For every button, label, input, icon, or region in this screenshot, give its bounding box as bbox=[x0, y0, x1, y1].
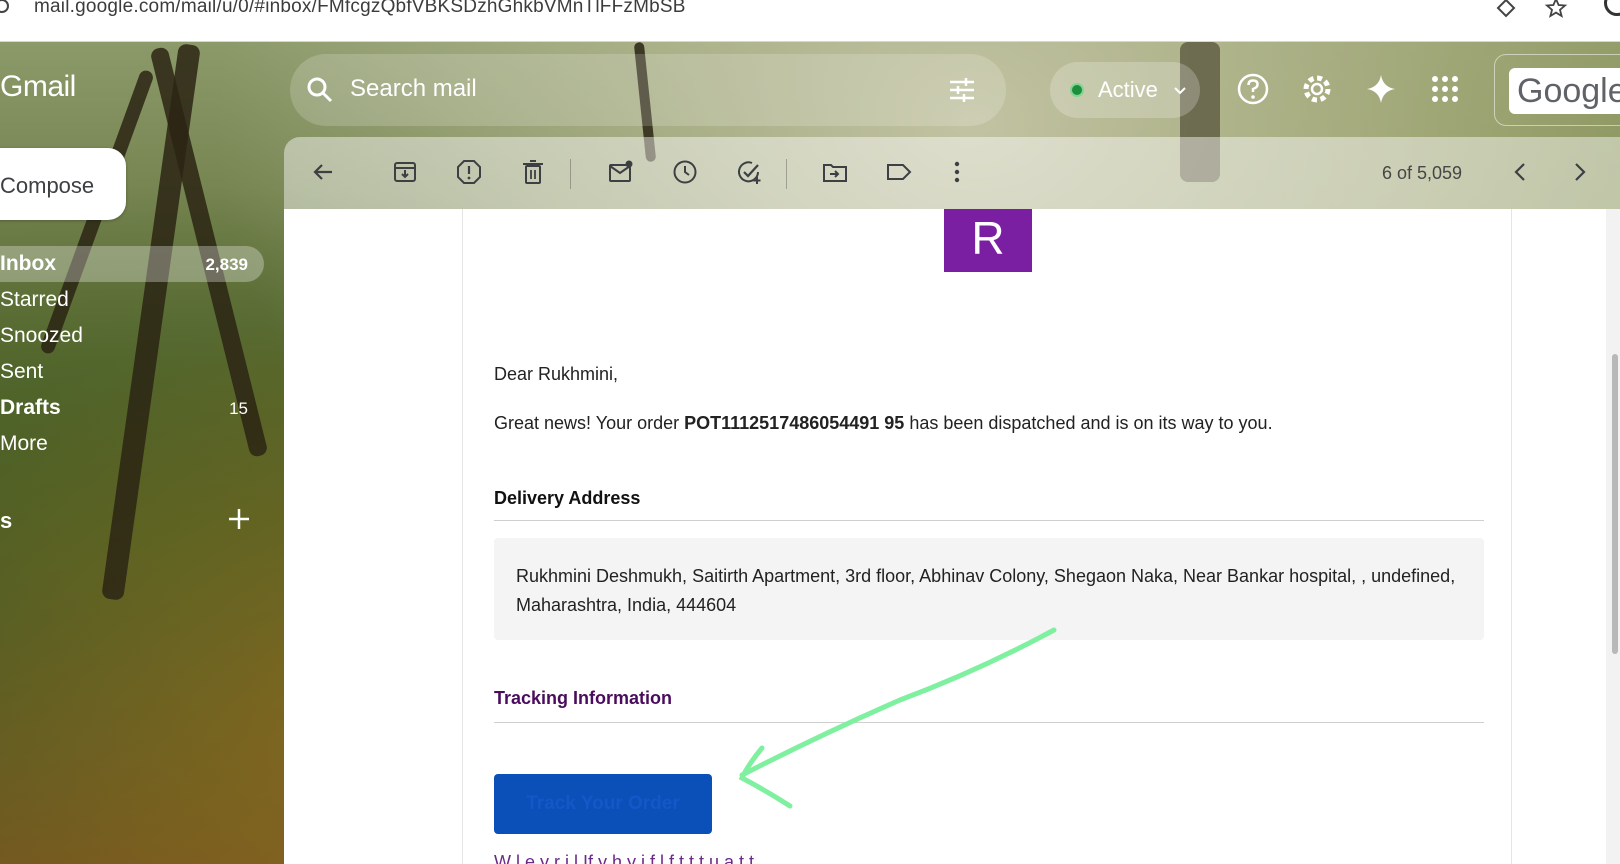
message-pager: 6 of 5,059 bbox=[1382, 163, 1463, 183]
status-dot bbox=[1070, 83, 1084, 97]
google-account-button[interactable]: Google bbox=[1494, 54, 1620, 126]
address-box: Rukhmini Deshmukh, Saitirth Apartment, 3… bbox=[494, 538, 1484, 640]
mark-unread-icon[interactable] bbox=[608, 159, 634, 185]
sidebar-item-label: Sent bbox=[0, 360, 44, 383]
sidebar-item-inbox[interactable]: Inbox 2,839 bbox=[0, 246, 264, 282]
site-info-icon[interactable] bbox=[0, 0, 10, 14]
settings-icon[interactable] bbox=[1300, 72, 1334, 106]
toolbar-divider bbox=[786, 159, 787, 189]
divider bbox=[494, 722, 1484, 723]
prev-icon[interactable] bbox=[1508, 159, 1534, 185]
compose-label: Compose bbox=[0, 173, 95, 198]
next-icon[interactable] bbox=[1566, 159, 1592, 185]
email-body-card bbox=[462, 209, 1512, 864]
apps-icon[interactable] bbox=[1428, 72, 1462, 106]
sidebar-item-label: More bbox=[0, 432, 48, 455]
label-icon[interactable] bbox=[886, 159, 912, 185]
greeting-text: Dear Rukhmini, bbox=[494, 364, 619, 384]
dispatch-message: Great news! Your order POT11125174860544… bbox=[494, 413, 1273, 433]
toolbar-divider bbox=[570, 159, 571, 189]
sidebar-item-label: Snoozed bbox=[0, 324, 83, 347]
move-to-icon[interactable] bbox=[822, 159, 848, 185]
search-input[interactable]: Search mail bbox=[350, 75, 477, 103]
track-order-button[interactable]: Track Your Order bbox=[494, 774, 712, 834]
sidebar-item-sent[interactable]: Sent bbox=[0, 354, 264, 390]
search-bar[interactable]: Search mail bbox=[290, 54, 1006, 126]
back-arrow-icon[interactable] bbox=[310, 159, 336, 185]
help-icon[interactable] bbox=[1236, 72, 1270, 106]
report-spam-icon[interactable] bbox=[456, 159, 482, 185]
sidebar-item-drafts[interactable]: Drafts 15 bbox=[0, 390, 264, 426]
bookmark-star-icon[interactable] bbox=[1544, 0, 1568, 20]
sender-logo: R bbox=[944, 209, 1032, 272]
sidebar-item-label: Drafts bbox=[0, 396, 61, 419]
scrollbar-thumb[interactable] bbox=[1612, 354, 1618, 654]
gmail-logo[interactable]: Gmail bbox=[0, 70, 76, 104]
status-selector[interactable]: Active bbox=[1050, 62, 1200, 118]
archive-icon[interactable] bbox=[392, 159, 418, 185]
delete-icon[interactable] bbox=[520, 159, 546, 185]
sidebar-item-more[interactable]: More bbox=[0, 426, 264, 462]
tracking-information-heading: Tracking Information bbox=[494, 688, 673, 708]
profile-avatar[interactable] bbox=[1604, 0, 1620, 16]
search-options-icon[interactable] bbox=[946, 74, 978, 106]
browser-address-bar: mail.google.com/mail/u/0/#inbox/FMfcgzQb… bbox=[0, 0, 1620, 42]
footer-text: W l e y r i l If y h y i f l f t t t u a… bbox=[494, 852, 755, 864]
more-icon[interactable] bbox=[944, 159, 970, 185]
sidebar-item-starred[interactable]: Starred bbox=[0, 282, 264, 318]
sidebar-item-label: Inbox bbox=[0, 252, 56, 275]
track-order-label: Track Your Order bbox=[526, 793, 680, 814]
delivery-address-heading: Delivery Address bbox=[494, 488, 641, 508]
google-logo: Google bbox=[1509, 68, 1620, 114]
draft-count: 15 bbox=[229, 399, 248, 418]
sidebar-item-snoozed[interactable]: Snoozed bbox=[0, 318, 264, 354]
add-label-icon[interactable] bbox=[226, 506, 252, 532]
divider bbox=[494, 520, 1484, 521]
compose-button[interactable]: Compose bbox=[0, 148, 126, 220]
url-text[interactable]: mail.google.com/mail/u/0/#inbox/FMfcgzQb… bbox=[34, 0, 686, 18]
extension-icon[interactable] bbox=[1494, 0, 1518, 20]
unread-count: 2,839 bbox=[205, 255, 248, 274]
delivery-address-text: Rukhmini Deshmukh, Saitirth Apartment, 3… bbox=[516, 566, 1456, 615]
add-task-icon[interactable] bbox=[736, 159, 762, 185]
gemini-icon[interactable] bbox=[1364, 72, 1398, 106]
chevron-down-icon bbox=[1174, 87, 1186, 95]
message-toolbar: 6 of 5,059 bbox=[284, 137, 1620, 209]
sender-logo-letter: R bbox=[971, 212, 1005, 264]
snooze-icon[interactable] bbox=[672, 159, 698, 185]
search-icon[interactable] bbox=[306, 76, 334, 104]
labels-heading: s bbox=[0, 508, 13, 533]
order-id: POT1112517486054491 95 bbox=[684, 413, 905, 433]
status-label: Active bbox=[1098, 77, 1158, 102]
sidebar-item-label: Starred bbox=[0, 288, 69, 311]
